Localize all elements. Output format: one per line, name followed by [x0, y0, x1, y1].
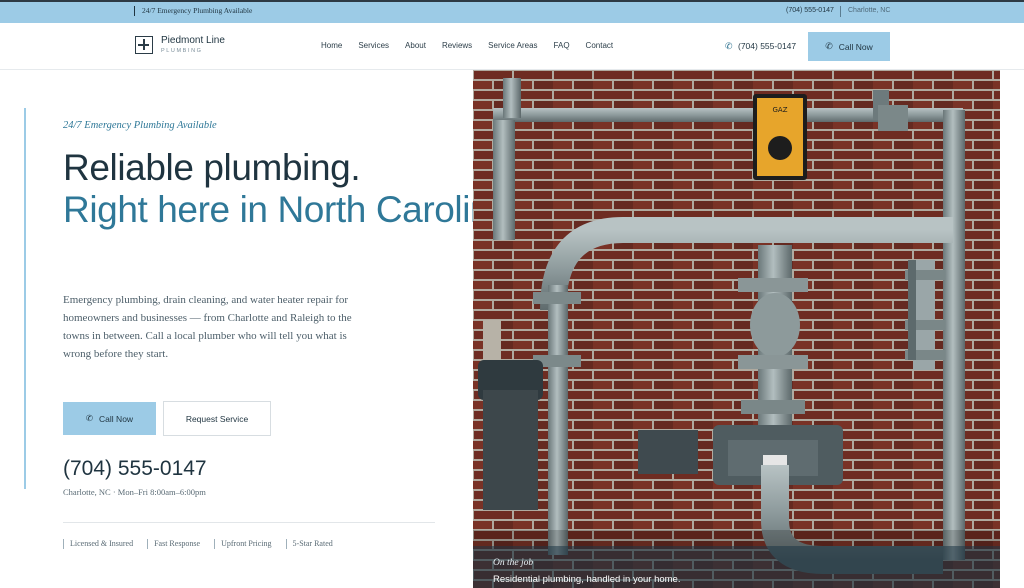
- request-service-label: Request Service: [185, 413, 249, 424]
- nav-faq[interactable]: FAQ: [554, 41, 570, 50]
- photo-caption-text: Residential plumbing, handled in your ho…: [493, 574, 681, 585]
- hero-call-now-button[interactable]: ✆ Call Now: [63, 402, 156, 435]
- pipes-on-brick-illustration: GAZ: [473, 70, 1000, 588]
- phone-icon: ✆: [825, 41, 833, 51]
- badge-licensed: Licensed & Insured: [63, 539, 133, 549]
- nav-contact[interactable]: Contact: [586, 41, 614, 50]
- header-call-now-button[interactable]: ✆ Call Now: [808, 32, 890, 61]
- header-phone-link[interactable]: (704) 555-0147: [738, 41, 796, 51]
- phone-icon: ✆: [725, 41, 733, 51]
- hero-divider: [63, 522, 435, 523]
- hero-phone-number[interactable]: (704) 555-0147: [63, 457, 207, 481]
- nav-reviews[interactable]: Reviews: [442, 41, 472, 50]
- hero-headline-line1: Reliable plumbing.: [63, 147, 361, 188]
- photo-caption: On the job Residential plumbing, handled…: [473, 546, 1000, 588]
- hero-headline: Reliable plumbing. Right here in North C…: [63, 147, 521, 231]
- hero-hours: Charlotte, NC · Mon–Fri 8:00am–6:00pm: [63, 487, 206, 497]
- photo-caption-title: On the job: [493, 558, 534, 568]
- hero-photo: GAZ On the job Residential plumbing, han…: [473, 70, 1000, 588]
- badge-fast-response: Fast Response: [147, 539, 200, 549]
- hero-headline-line2: Right here in North Carolina.: [63, 189, 521, 230]
- topbar-phone-link[interactable]: (704) 555-0147: [786, 7, 834, 14]
- hero-description: Emergency plumbing, drain cleaning, and …: [63, 294, 352, 360]
- nav-service-areas[interactable]: Service Areas: [488, 41, 537, 50]
- topbar-divider: [840, 6, 841, 17]
- nav-about[interactable]: About: [405, 41, 426, 50]
- hero-eyebrow: 24/7 Emergency Plumbing Available: [63, 120, 217, 131]
- header-call-now-label: Call Now: [838, 41, 873, 52]
- badge-five-star: 5-Star Rated: [285, 539, 333, 549]
- request-service-button[interactable]: Request Service: [163, 401, 271, 436]
- main-nav: Home Services About Reviews Service Area…: [321, 41, 629, 50]
- hero-call-now-label: Call Now: [99, 413, 134, 424]
- announcement-bar: 24/7 Emergency Plumbing Available (704) …: [0, 2, 1024, 23]
- nav-services[interactable]: Services: [358, 41, 389, 50]
- announcement-text: 24/7 Emergency Plumbing Available: [134, 6, 252, 16]
- phone-icon: ✆: [85, 413, 94, 423]
- gas-sign-text: GAZ: [772, 106, 787, 114]
- site-header: Piedmont Line PLUMBING Home Services Abo…: [0, 23, 1024, 70]
- nav-home[interactable]: Home: [321, 41, 342, 50]
- trust-badges: Licensed & Insured Fast Response Upfront…: [63, 539, 347, 549]
- brand-tagline: PLUMBING: [161, 48, 203, 54]
- hero-accent-rule: [24, 108, 26, 489]
- cross-square-logo-icon[interactable]: [135, 36, 153, 54]
- topbar-city: Charlotte, NC: [848, 7, 891, 14]
- badge-upfront-pricing: Upfront Pricing: [214, 539, 272, 549]
- brand-name[interactable]: Piedmont Line: [161, 35, 225, 46]
